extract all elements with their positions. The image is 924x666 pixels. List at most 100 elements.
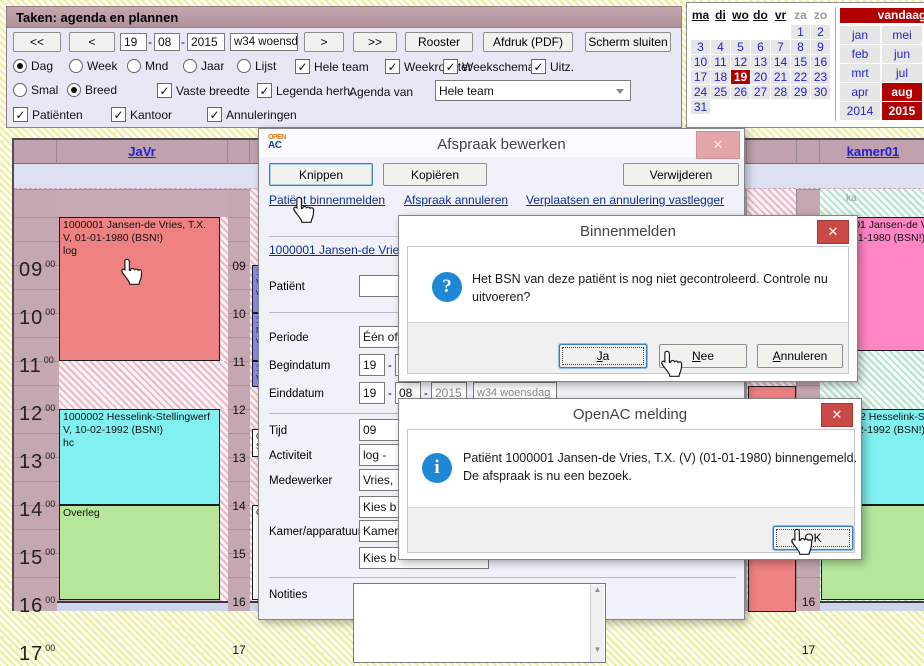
calendar-day[interactable]: 31 bbox=[691, 100, 710, 114]
calendar-day[interactable] bbox=[731, 100, 750, 114]
appointment-javr-morning[interactable]: 1000001 Jansen-de Vries, T.X. V, 01-01-1… bbox=[59, 217, 220, 361]
calendar-day[interactable]: 25 bbox=[711, 85, 730, 99]
afdruk-pdf-button[interactable]: Afdruk (PDF) bbox=[483, 32, 573, 52]
nav-next-fast-button[interactable]: >> bbox=[353, 32, 397, 52]
calendar-day[interactable]: 18 bbox=[711, 70, 730, 84]
calendar-day[interactable]: 26 bbox=[731, 85, 750, 99]
notities-textarea[interactable]: ▲▼ bbox=[353, 583, 606, 663]
calendar-day[interactable]: 28 bbox=[771, 85, 790, 99]
radio-jaar[interactable]: Jaar bbox=[183, 59, 224, 73]
nav-next-button[interactable]: > bbox=[304, 32, 344, 52]
calendar-day[interactable] bbox=[691, 25, 710, 39]
calendar-day[interactable]: 10 bbox=[691, 55, 710, 69]
calendar-vandaag-button[interactable]: vandaag bbox=[840, 8, 924, 23]
radio-mnd[interactable]: Mnd bbox=[127, 59, 168, 73]
checkbox-annuleringen[interactable]: ✓Annuleringen bbox=[207, 107, 297, 122]
calendar-day[interactable] bbox=[811, 100, 830, 114]
calendar-month[interactable]: jun bbox=[882, 45, 922, 63]
calendar-month[interactable]: aug bbox=[882, 83, 922, 101]
appointment-javr-afternoon[interactable]: 1000002 Hesselink-Stellingwerf V, 10-02-… bbox=[59, 409, 220, 505]
calendar-day[interactable]: 4 bbox=[711, 40, 730, 54]
calendar-day[interactable]: 21 bbox=[771, 70, 790, 84]
appointment-javr-overleg[interactable]: Overleg bbox=[59, 505, 220, 600]
checkbox-uitz[interactable]: ✓Uitz. bbox=[531, 59, 574, 74]
checkbox-hele-team[interactable]: ✓Hele team bbox=[295, 59, 369, 74]
calendar-day[interactable]: 7 bbox=[771, 40, 790, 54]
calendar-day[interactable] bbox=[771, 25, 790, 39]
calendar-day[interactable] bbox=[791, 100, 810, 114]
nav-prev-button[interactable]: < bbox=[69, 32, 115, 52]
patient-binnenmelden-link[interactable]: Patiënt binnenmelden bbox=[269, 193, 385, 207]
agenda-column-header-kamer01[interactable]: kamer01 bbox=[820, 140, 924, 164]
calendar-month[interactable]: jul bbox=[882, 64, 922, 82]
calendar-month[interactable]: jan bbox=[840, 26, 880, 44]
afspraak-annuleren-link[interactable]: Afspraak annuleren bbox=[404, 193, 508, 207]
checkbox-patienten[interactable]: ✓Patiënten bbox=[13, 107, 83, 122]
calendar-day[interactable]: 3 bbox=[691, 40, 710, 54]
knippen-button[interactable]: Knippen bbox=[269, 163, 373, 186]
checkbox-vaste-breedte[interactable]: ✓Vaste breedte bbox=[157, 83, 250, 98]
calendar-day[interactable]: 23 bbox=[811, 70, 830, 84]
calendar-month[interactable]: mei bbox=[882, 26, 922, 44]
calendar-day[interactable]: 22 bbox=[791, 70, 810, 84]
kopieren-button[interactable]: Kopiëren bbox=[383, 163, 487, 186]
verplaatsen-link[interactable]: Verplaatsen en annulering vastlegger bbox=[526, 193, 724, 207]
calendar-day[interactable]: 2 bbox=[811, 25, 830, 39]
nee-button[interactable]: Nee bbox=[659, 344, 747, 368]
close-icon[interactable]: ✕ bbox=[817, 220, 849, 244]
nav-prev-fast-button[interactable]: << bbox=[13, 32, 61, 52]
calendar-month[interactable]: apr bbox=[840, 83, 880, 101]
rooster-button[interactable]: Rooster bbox=[405, 32, 473, 52]
calendar-day[interactable]: 9 bbox=[811, 40, 830, 54]
calendar-month[interactable]: feb bbox=[840, 45, 880, 63]
agenda-column-header-javr[interactable]: JaVr bbox=[57, 140, 228, 164]
calendar-day[interactable]: 15 bbox=[791, 55, 810, 69]
annuleren-button[interactable]: Annuleren bbox=[757, 344, 843, 368]
scherm-sluiten-button[interactable]: Scherm sluiten bbox=[585, 32, 671, 52]
checkbox-weekschemas[interactable]: ✓Weekschema's bbox=[443, 59, 543, 74]
calendar-day[interactable]: 12 bbox=[731, 55, 750, 69]
verwijderen-button[interactable]: Verwijderen bbox=[623, 163, 739, 186]
calendar-day[interactable]: 13 bbox=[751, 55, 770, 69]
calendar-day[interactable]: 14 bbox=[771, 55, 790, 69]
calendar-day[interactable]: 16 bbox=[811, 55, 830, 69]
begin-day-input[interactable]: 19 bbox=[359, 354, 385, 376]
eind-day-input[interactable]: 19 bbox=[359, 382, 385, 404]
calendar-day[interactable]: 20 bbox=[751, 70, 770, 84]
radio-dag[interactable]: Dag bbox=[13, 59, 53, 73]
checkbox-legenda-herh[interactable]: ✓Legenda herh. bbox=[257, 83, 353, 98]
calendar-day[interactable]: 5 bbox=[731, 40, 750, 54]
date-month-input[interactable]: 08 bbox=[154, 33, 180, 51]
radio-lijst[interactable]: Lijst bbox=[237, 59, 276, 73]
calendar-day[interactable] bbox=[751, 25, 770, 39]
scrollbar[interactable]: ▲▼ bbox=[590, 585, 604, 663]
calendar-day[interactable] bbox=[711, 25, 730, 39]
calendar-day[interactable] bbox=[731, 25, 750, 39]
ja-button[interactable]: Ja bbox=[559, 344, 647, 368]
calendar-day[interactable]: 24 bbox=[691, 85, 710, 99]
calendar-day[interactable]: 27 bbox=[751, 85, 770, 99]
calendar-day[interactable] bbox=[711, 100, 730, 114]
date-day-input[interactable]: 19 bbox=[120, 33, 147, 51]
radio-week[interactable]: Week bbox=[69, 59, 117, 73]
radio-breed[interactable]: Breed bbox=[67, 83, 117, 97]
agenda-van-select[interactable]: Hele team bbox=[435, 80, 631, 101]
calendar-day[interactable]: 6 bbox=[751, 40, 770, 54]
calendar-day[interactable]: 8 bbox=[791, 40, 810, 54]
ok-button[interactable]: OK bbox=[773, 526, 853, 550]
close-icon[interactable]: ✕ bbox=[696, 131, 740, 159]
calendar-month[interactable]: 2014 bbox=[840, 102, 880, 120]
calendar-day[interactable]: 11 bbox=[711, 55, 730, 69]
calendar-day[interactable]: 17 bbox=[691, 70, 710, 84]
calendar-day[interactable] bbox=[751, 100, 770, 114]
calendar-day[interactable]: 1 bbox=[791, 25, 810, 39]
calendar-day[interactable]: 29 bbox=[791, 85, 810, 99]
checkbox-kantoor[interactable]: ✓Kantoor bbox=[111, 107, 172, 122]
calendar-month[interactable]: 2015 bbox=[882, 102, 922, 120]
calendar-day[interactable] bbox=[771, 100, 790, 114]
calendar-month[interactable]: mrt bbox=[840, 64, 880, 82]
calendar-day[interactable]: 30 bbox=[811, 85, 830, 99]
close-icon[interactable]: ✕ bbox=[821, 403, 853, 427]
radio-smal[interactable]: Smal bbox=[13, 83, 58, 97]
calendar-day[interactable]: 19 bbox=[731, 70, 750, 84]
